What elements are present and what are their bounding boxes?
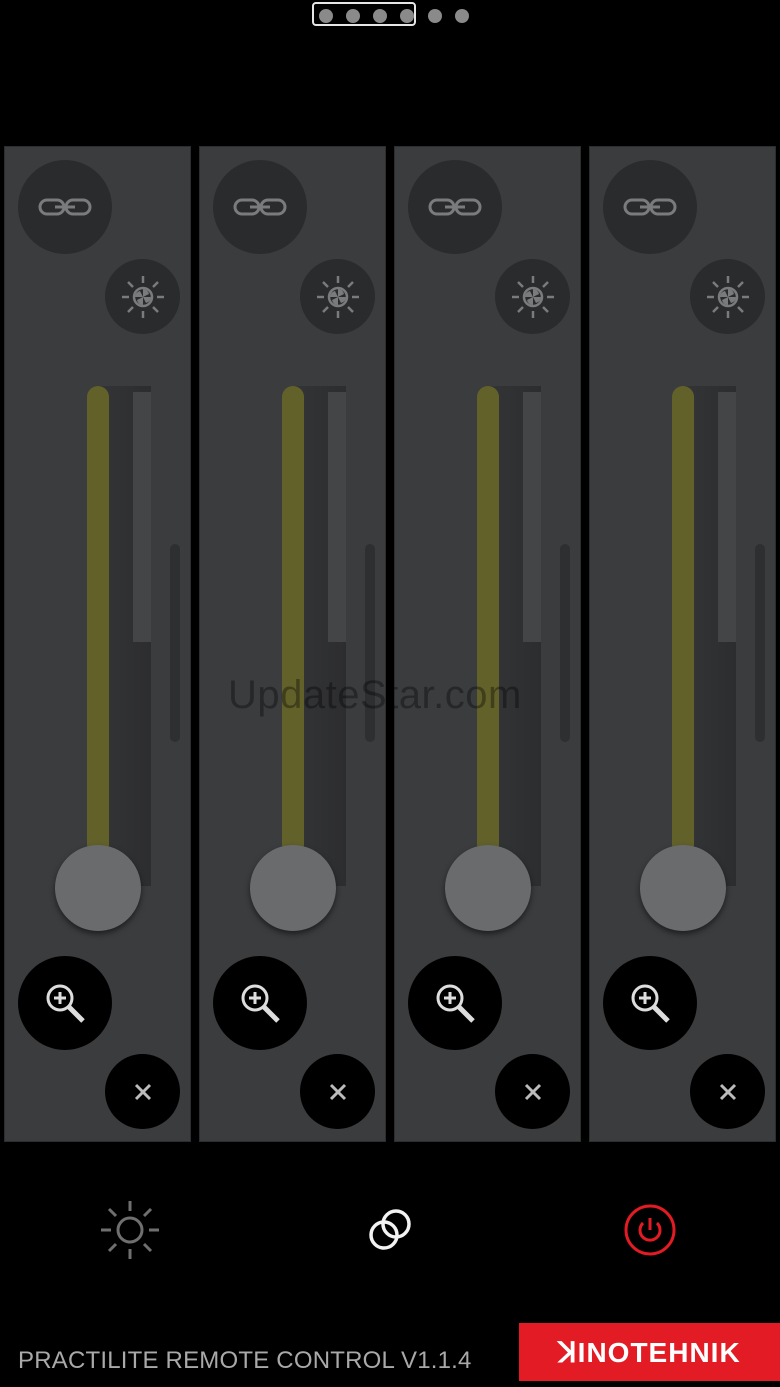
page-dot-4[interactable]	[400, 9, 414, 23]
remove-channel-button[interactable]	[495, 1054, 570, 1129]
intensity-slider-knob[interactable]	[445, 845, 531, 931]
page-dot-1[interactable]	[319, 9, 333, 23]
link-icon	[38, 198, 92, 216]
rings-icon	[369, 1209, 411, 1250]
secondary-meter	[170, 544, 180, 742]
group-button[interactable]	[350, 1190, 430, 1270]
page-dot-5[interactable]	[428, 9, 442, 23]
secondary-meter	[560, 544, 570, 742]
brand-logo: ꓘINOTEHNIK	[519, 1323, 780, 1381]
fan-icon	[511, 275, 554, 318]
app-version-title: PRACTILITE REMOTE CONTROL V1.1.4	[18, 1347, 472, 1374]
page-dot-6[interactable]	[455, 9, 469, 23]
level-meter	[717, 392, 736, 642]
fan-button[interactable]	[300, 259, 375, 334]
intensity-slider-track[interactable]	[477, 386, 499, 856]
link-icon	[428, 198, 482, 216]
link-icon	[623, 198, 677, 216]
zoom-button[interactable]	[408, 956, 502, 1050]
zoom-in-icon	[631, 984, 670, 1023]
intensity-slider-track[interactable]	[282, 386, 304, 856]
intensity-slider-track[interactable]	[672, 386, 694, 856]
level-meter	[327, 392, 346, 642]
link-button[interactable]	[213, 160, 307, 254]
link-icon	[233, 198, 287, 216]
zoom-button[interactable]	[213, 956, 307, 1050]
remove-channel-button[interactable]	[690, 1054, 765, 1129]
link-button[interactable]	[18, 160, 112, 254]
close-icon	[329, 1083, 346, 1100]
intensity-slider-knob[interactable]	[640, 845, 726, 931]
bottom-toolbar	[0, 1190, 780, 1270]
channel-strip-4	[589, 146, 776, 1142]
zoom-in-icon	[46, 984, 85, 1023]
page-dot-3[interactable]	[373, 9, 387, 23]
close-icon	[134, 1083, 151, 1100]
fan-icon	[706, 275, 749, 318]
zoom-in-icon	[241, 984, 280, 1023]
brightness-button[interactable]	[90, 1190, 170, 1270]
fan-button[interactable]	[495, 259, 570, 334]
fan-button[interactable]	[690, 259, 765, 334]
level-meter	[522, 392, 541, 642]
fan-button[interactable]	[105, 259, 180, 334]
channel-strip-3	[394, 146, 581, 1142]
close-icon	[719, 1083, 736, 1100]
link-button[interactable]	[408, 160, 502, 254]
zoom-button[interactable]	[18, 956, 112, 1050]
zoom-button[interactable]	[603, 956, 697, 1050]
page-dot-2[interactable]	[346, 9, 360, 23]
channel-strip-1	[4, 146, 191, 1142]
channel-strip-2	[199, 146, 386, 1142]
link-button[interactable]	[603, 160, 697, 254]
remove-channel-button[interactable]	[105, 1054, 180, 1129]
watermark: UpdateStar.com	[228, 673, 522, 717]
remove-channel-button[interactable]	[300, 1054, 375, 1129]
intensity-slider-knob[interactable]	[250, 845, 336, 931]
fan-icon	[121, 275, 164, 318]
power-button[interactable]	[610, 1190, 690, 1270]
intensity-slider-knob[interactable]	[55, 845, 141, 931]
power-icon	[624, 1204, 676, 1256]
level-meter	[132, 392, 151, 642]
fan-icon	[316, 275, 359, 318]
close-icon	[524, 1083, 541, 1100]
channel-strips	[4, 146, 780, 1142]
zoom-in-icon	[436, 984, 475, 1023]
intensity-slider-track[interactable]	[87, 386, 109, 856]
sun-icon	[101, 1201, 159, 1259]
secondary-meter	[755, 544, 765, 742]
